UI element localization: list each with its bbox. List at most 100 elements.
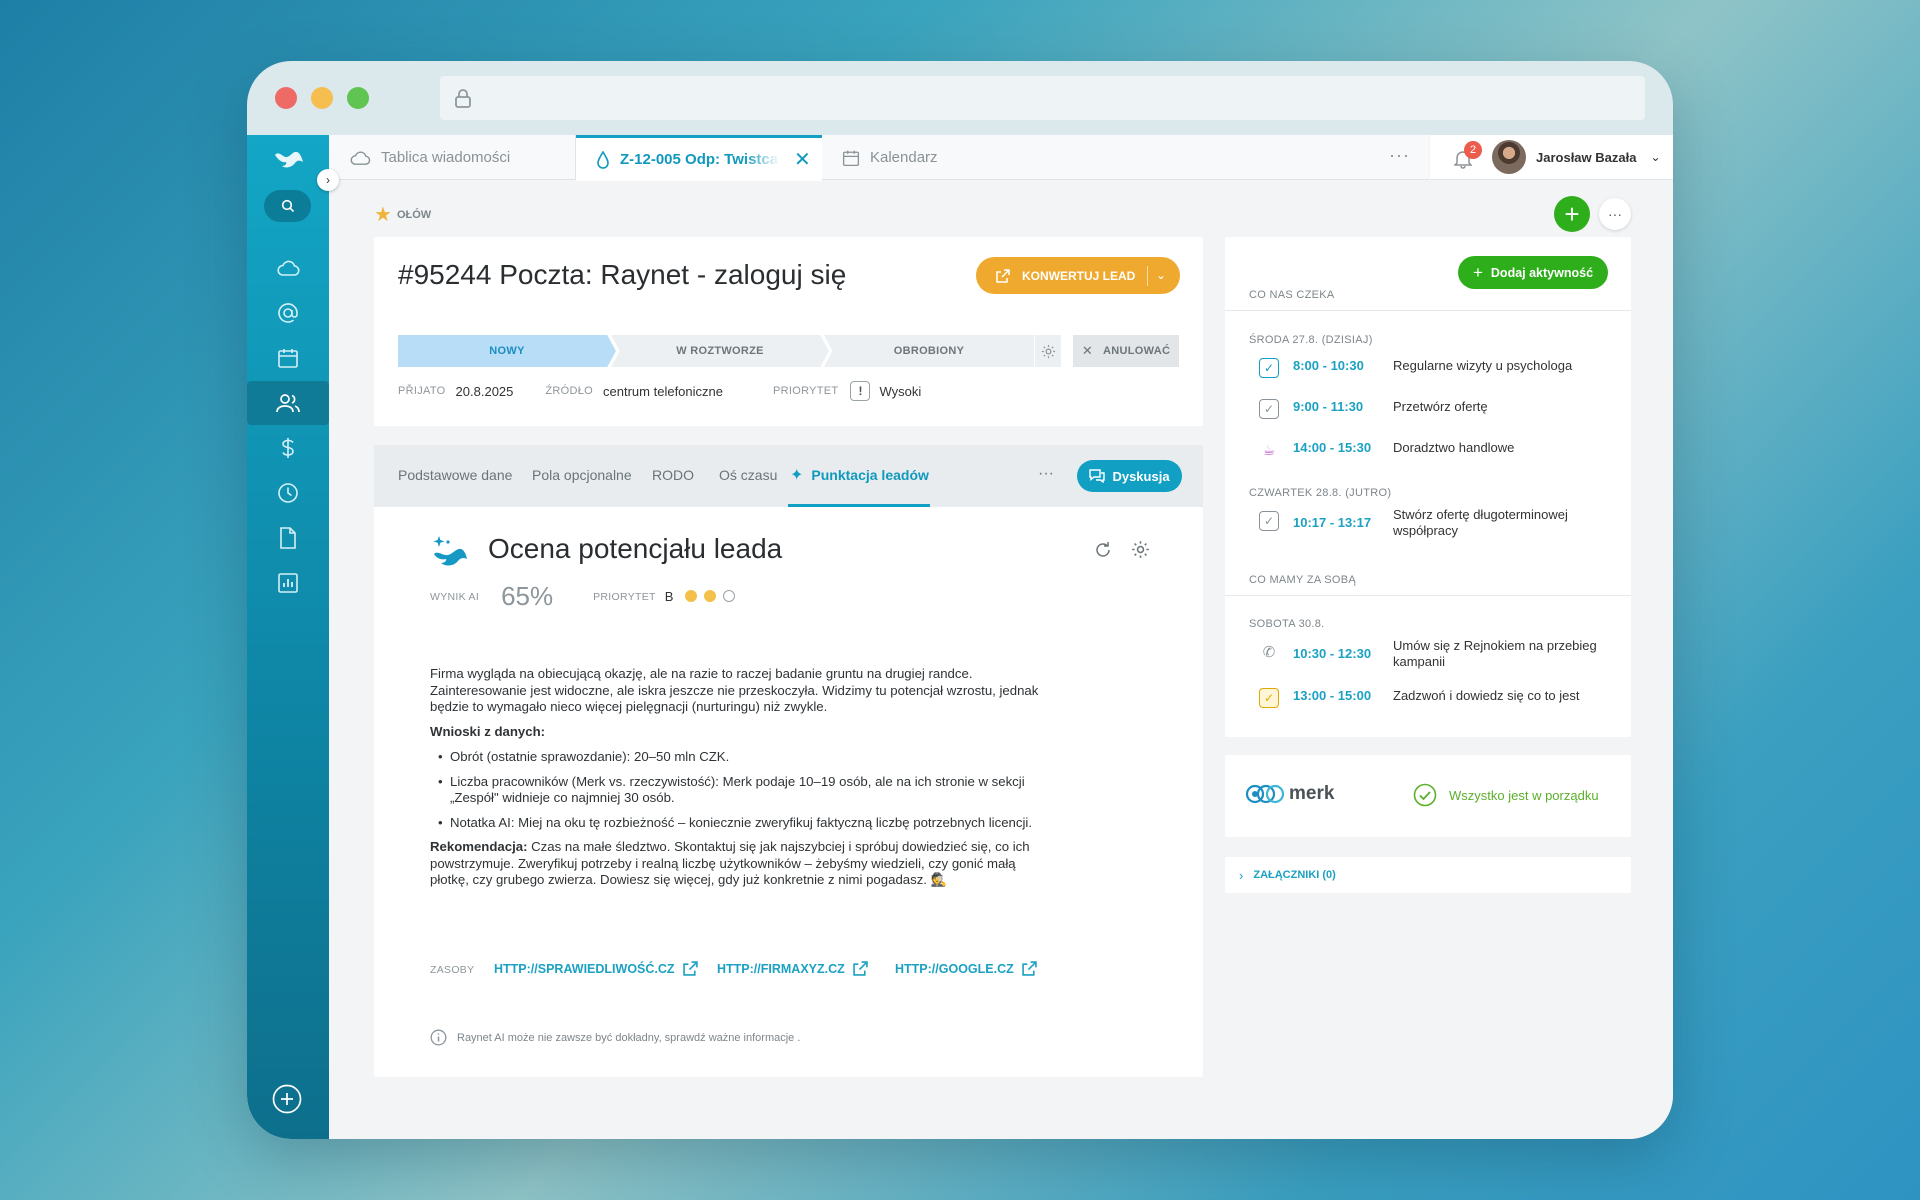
sparkle-icon: ✦ — [790, 466, 804, 484]
sidebar-item-reports[interactable] — [271, 566, 305, 600]
more-actions-button[interactable]: ··· — [1599, 198, 1631, 230]
add-activity-button[interactable]: + Dodaj aktywność — [1458, 256, 1608, 289]
tab-label: Kalendarz — [870, 149, 938, 166]
activity-item[interactable]: ✓ 8:00 - 10:30 Regularne wizyty u psycholo… — [1249, 358, 1629, 378]
list-item: Liczba pracowników (Merk vs. rzeczywisto… — [430, 774, 1042, 807]
chevron-down-icon[interactable]: ⌄ — [1650, 150, 1660, 164]
sidebar-item-deals[interactable] — [271, 431, 305, 465]
activity-item[interactable]: ✓ 10:17 - 13:17 Stwórz ofertę długotermino… — [1249, 507, 1629, 539]
raynet-logo-icon[interactable] — [273, 149, 305, 171]
tab-newsfeed[interactable]: Tablica wiadomości — [329, 135, 575, 180]
phone-icon: ✆ — [1262, 644, 1276, 661]
refresh-icon[interactable] — [1094, 541, 1112, 559]
at-icon — [278, 303, 298, 323]
sidebar-expand-button[interactable]: › — [317, 169, 339, 191]
meeting-icon: ☕ — [1262, 441, 1276, 458]
plus-icon: + — [1472, 262, 1483, 282]
sidebar-item-documents[interactable] — [271, 521, 305, 555]
add-button[interactable]: + — [1554, 196, 1590, 232]
gear-icon[interactable] — [1131, 540, 1150, 559]
tab-gdpr[interactable]: RODO — [652, 467, 694, 483]
avatar — [1492, 140, 1526, 174]
ai-score: 65% — [501, 581, 554, 611]
dollar-icon — [282, 438, 294, 458]
tabs-more-button[interactable]: ··· — [1389, 145, 1410, 166]
address-bar[interactable] — [440, 76, 1645, 120]
stage-processed[interactable]: OBROBIONY — [824, 335, 1034, 367]
notifications-button[interactable]: 2 — [1444, 135, 1484, 180]
sidebar-item-contacts[interactable] — [247, 381, 329, 425]
tab-lead-scoring[interactable]: ✦ Punktacja leadów — [788, 445, 930, 507]
calendar-icon — [842, 150, 860, 166]
user-menu[interactable]: 2 Jarosław Bazała ⌄ — [1430, 135, 1673, 180]
tab-lead[interactable]: Z-12-005 Odp: Twistcaf ✕ — [576, 135, 822, 181]
star-icon[interactable]: ★ — [374, 202, 392, 227]
past-label: CO MAMY ZA SOBĄ — [1249, 574, 1356, 586]
ai-logo-icon — [430, 534, 470, 568]
activity-item[interactable]: ✓ 13:00 - 15:00 Zadzwoń i dowiedz się co t… — [1249, 688, 1629, 708]
tab-calendar[interactable]: Kalendarz — [822, 135, 1122, 180]
lead-meta: PŘIJATO 20.8.2025 ŹRÓDŁO centrum telefon… — [398, 381, 921, 401]
sidebar-search-button[interactable] — [264, 190, 311, 222]
activity-panel: + Dodaj aktywność CO NAS CZEKA ŚRODA 27.8… — [1225, 237, 1631, 737]
resource-link[interactable]: HTTP://SPRAWIEDLIWOŚĆ.CZ — [494, 961, 698, 976]
gear-icon — [1041, 344, 1055, 358]
ai-heading: Ocena potencjału leada — [488, 533, 783, 564]
external-link-icon — [853, 961, 868, 976]
cloud-icon — [277, 260, 300, 276]
convert-lead-button[interactable]: KONWERTUJ LEAD ⌄ — [976, 257, 1180, 294]
cancel-button[interactable]: ✕ ANULOWAĆ — [1073, 335, 1179, 367]
sidebar-item-time[interactable] — [271, 476, 305, 510]
ai-disclaimer: Raynet AI może nie zawsze być dokładny, … — [430, 1029, 800, 1046]
priority-icon: ! — [850, 381, 871, 401]
stage-in-progress[interactable]: W ROZTWORZE — [611, 335, 829, 367]
activity-item[interactable]: ✓ 9:00 - 11:30 Przetwórz ofertę — [1249, 399, 1629, 419]
app: › Tablica wiadomości Z-12-005 Odp: Twist… — [247, 135, 1673, 1139]
merk-logo: merk — [1245, 781, 1334, 807]
resource-link[interactable]: HTTP://GOOGLE.CZ — [895, 961, 1037, 976]
add-circle-icon[interactable] — [271, 1083, 303, 1115]
ai-score-row: WYNIK AI 65% PRIORYTET B — [430, 581, 742, 612]
priority-dots — [685, 588, 742, 606]
day-label: ŚRODA 27.8. (DZISIAJ) — [1249, 334, 1373, 346]
stage-settings-button[interactable] — [1035, 335, 1061, 367]
chevron-right-icon: › — [1239, 867, 1244, 883]
users-icon — [276, 394, 300, 413]
cloud-icon — [350, 150, 371, 165]
sidebar: › — [247, 135, 339, 1139]
chevron-down-icon[interactable]: ⌄ — [1156, 269, 1165, 282]
task-done-icon: ✓ — [1259, 358, 1279, 378]
tab-optional-fields[interactable]: Pola opcjonalne — [532, 467, 632, 483]
sidebar-item-calendar[interactable] — [271, 341, 305, 375]
sidebar-item-email[interactable] — [271, 296, 305, 330]
close-icon[interactable]: ✕ — [794, 147, 811, 172]
tab-bar: Tablica wiadomości Z-12-005 Odp: Twistca… — [329, 135, 1429, 181]
lead-detail-card: Podstawowe dane Pola opcjonalne RODO Oś … — [374, 445, 1203, 1077]
close-window-button[interactable] — [275, 87, 297, 109]
activity-item[interactable]: ✆ 10:30 - 12:30 Umów się z Rejnokiem na pr… — [1249, 638, 1629, 670]
external-link-icon — [682, 961, 698, 976]
maximize-window-button[interactable] — [347, 87, 369, 109]
activity-item[interactable]: ☕ 14:00 - 15:30 Doradztwo handlowe — [1249, 440, 1629, 460]
findings-title: Wnioski z danych: — [430, 723, 546, 739]
info-icon — [430, 1029, 447, 1046]
tab-timeline[interactable]: Oś czasu — [719, 467, 777, 483]
day-label: SOBOTA 30.8. — [1249, 618, 1325, 630]
close-icon: ✕ — [1081, 343, 1094, 358]
sidebar-item-newsfeed[interactable] — [271, 251, 305, 285]
minimize-window-button[interactable] — [311, 87, 333, 109]
tab-label: Z-12-005 Odp: Twistcaf — [620, 151, 780, 168]
lead-header-card: #95244 Poczta: Raynet - zaloguj się KONW… — [374, 237, 1203, 426]
drop-icon — [597, 150, 609, 169]
resource-link[interactable]: HTTP://FIRMAXYZ.CZ — [717, 961, 868, 976]
tab-basic-data[interactable]: Podstawowe dane — [398, 467, 512, 483]
external-link-icon — [1022, 961, 1037, 976]
lead-title: #95244 Poczta: Raynet - zaloguj się — [398, 259, 847, 290]
check-circle-icon — [1413, 783, 1437, 807]
ai-priority: B — [664, 589, 674, 604]
attachments-card[interactable]: › ZAŁĄCZNIKI (0) — [1225, 857, 1631, 893]
stage-new[interactable]: NOWY — [398, 335, 616, 367]
task-done-icon: ✓ — [1259, 688, 1279, 708]
discussion-button[interactable]: Dyskusja — [1077, 460, 1182, 492]
more-tabs-icon[interactable]: ··· — [1038, 465, 1054, 483]
